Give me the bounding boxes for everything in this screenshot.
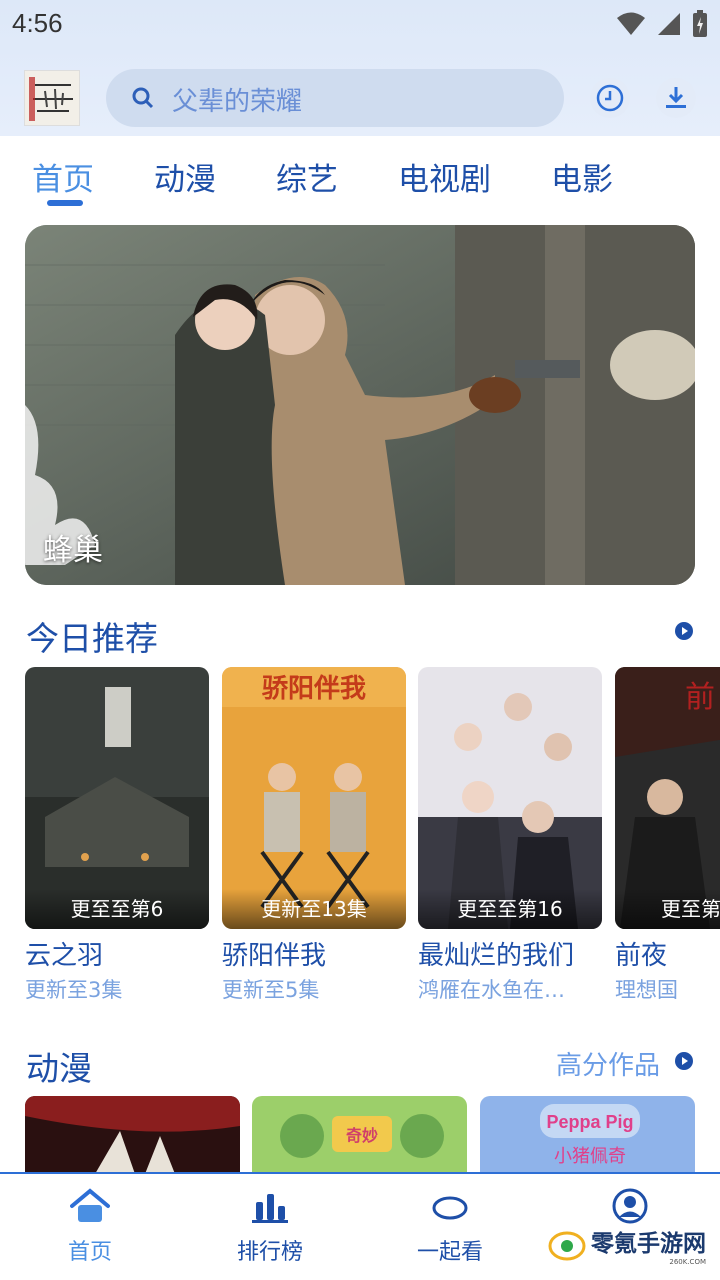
card-title: 云之羽 <box>25 941 104 971</box>
history-button[interactable] <box>590 78 630 118</box>
tab-indicator <box>47 200 83 206</box>
poster-badge: 更新至13集 <box>222 889 406 929</box>
featured-banner[interactable]: 蜂巢 <box>25 225 695 585</box>
watermark-sub: 260K.COM <box>669 1258 706 1266</box>
anime-more-link[interactable]: 高分作品 <box>556 1045 660 1082</box>
watermark: 零氪手游网 260K.COM <box>547 1224 706 1266</box>
clock-icon <box>596 84 624 112</box>
home-icon <box>70 1188 110 1222</box>
watermark-text: 零氪手游网 <box>591 1231 706 1257</box>
recommend-card-2[interactable]: 骄阳伴我 更新至13集 骄阳伴我 更新至5集 <box>222 667 406 1004</box>
anime-poster: Peppa Pig 小猪佩奇 <box>480 1096 695 1174</box>
anime-poster: 奇妙 <box>252 1096 467 1174</box>
card-subtitle: 理想国 <box>615 978 678 1002</box>
tab-movies[interactable]: 电影 <box>539 136 615 210</box>
anime-more-icon[interactable] <box>675 1052 693 1070</box>
tab-home[interactable]: 首页 <box>20 136 96 210</box>
card-subtitle: 更新至3集 <box>25 978 123 1002</box>
nav-ranking[interactable]: 排行榜 <box>210 1188 330 1266</box>
nav-label: 首页 <box>67 1240 112 1265</box>
ellipse-icon <box>432 1196 468 1220</box>
search-icon <box>132 87 154 109</box>
anime-card-3[interactable]: Peppa Pig 小猪佩奇 <box>480 1096 695 1174</box>
card-title: 最灿烂的我们 <box>418 941 575 971</box>
bottom-navigation: 首页 排行榜 一起看 零氪手游网 260K.COM <box>0 1172 720 1280</box>
card-subtitle: 鸿雁在水鱼在… <box>418 978 565 1002</box>
search-input[interactable]: 父辈的荣耀 <box>106 69 564 127</box>
poster-image: 骄阳伴我 更新至13集 <box>222 667 406 929</box>
nav-watch-together[interactable]: 一起看 <box>390 1188 510 1266</box>
today-section-title: 今日推荐 <box>26 619 158 658</box>
download-icon <box>666 87 686 108</box>
poster-badge: 更至至第6 <box>25 889 209 929</box>
search-placeholder: 父辈的荣耀 <box>172 87 303 117</box>
svg-text:前: 前 <box>685 681 715 714</box>
status-icons <box>616 10 708 38</box>
tab-anime[interactable]: 动漫 <box>142 136 218 210</box>
profile-icon <box>612 1188 648 1224</box>
svg-text:奇妙: 奇妙 <box>346 1126 378 1145</box>
signal-icon <box>658 13 680 35</box>
category-tabs: 首页 动漫 综艺 电视剧 电影 <box>0 136 720 210</box>
anime-poster <box>25 1096 240 1174</box>
download-button[interactable] <box>656 78 696 118</box>
today-more-icon[interactable] <box>675 622 693 640</box>
tab-variety[interactable]: 综艺 <box>264 136 340 210</box>
recommend-card-4[interactable]: 前 更至第 前夜 理想国 <box>615 667 720 1004</box>
nav-home[interactable]: 首页 <box>30 1188 150 1266</box>
poster-image: 更至至第6 <box>25 667 209 929</box>
avatar-image <box>25 71 79 125</box>
card-subtitle: 更新至5集 <box>222 978 320 1002</box>
anime-card-2[interactable]: 奇妙 <box>252 1096 467 1174</box>
svg-text:小猪佩奇: 小猪佩奇 <box>554 1146 626 1166</box>
banner-title: 蜂巢 <box>43 533 103 568</box>
nav-label: 排行榜 <box>236 1240 303 1265</box>
poster-image: 前 更至第 <box>615 667 720 929</box>
battery-icon <box>693 10 707 37</box>
user-avatar[interactable] <box>24 70 80 126</box>
card-title: 骄阳伴我 <box>222 941 327 971</box>
bar-chart-icon <box>252 1194 288 1223</box>
nav-label: 一起看 <box>416 1240 483 1265</box>
recommend-card-1[interactable]: 更至至第6 云之羽 更新至3集 <box>25 667 209 1004</box>
poster-image: 更至至第16 <box>418 667 602 929</box>
card-title: 前夜 <box>615 941 668 971</box>
anime-section-title: 动漫 <box>26 1049 92 1088</box>
recommend-card-3[interactable]: 更至至第16 最灿烂的我们 鸿雁在水鱼在… <box>418 667 602 1004</box>
status-bar: 4:56 <box>0 0 720 50</box>
svg-text:骄阳伴我: 骄阳伴我 <box>262 673 366 703</box>
tab-tv-series[interactable]: 电视剧 <box>386 136 493 210</box>
wifi-icon <box>617 12 645 35</box>
poster-badge: 更至第 <box>615 889 720 929</box>
watermark-logo-icon <box>548 1231 586 1261</box>
status-time: 4:56 <box>12 8 63 38</box>
poster-badge: 更至至第16 <box>418 889 602 929</box>
banner-image <box>25 225 695 585</box>
anime-card-1[interactable] <box>25 1096 240 1174</box>
svg-text:Peppa Pig: Peppa Pig <box>546 1112 633 1132</box>
